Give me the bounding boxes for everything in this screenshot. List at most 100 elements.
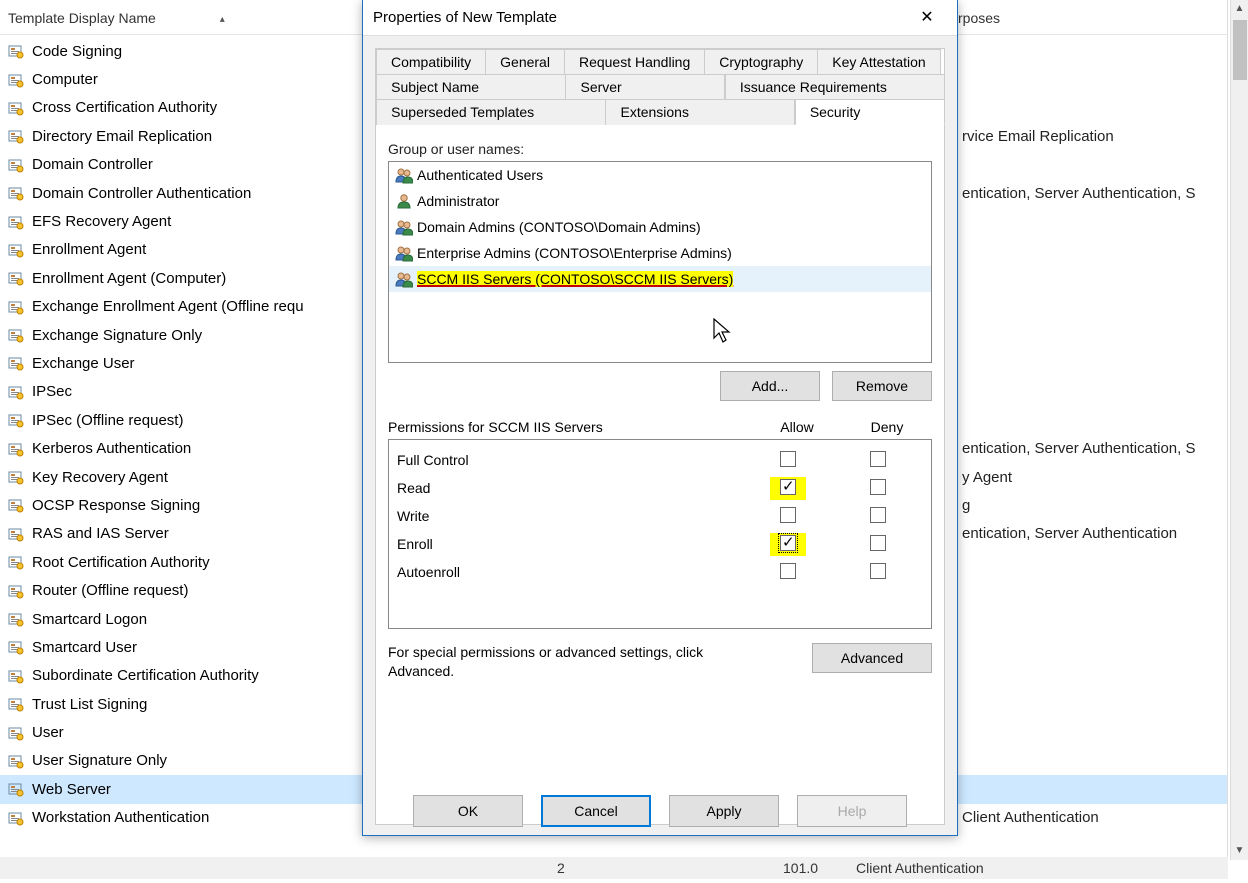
template-purpose: y Agent	[962, 469, 1012, 486]
scroll-up-icon[interactable]: ▲	[1231, 0, 1248, 18]
allow-checkbox[interactable]	[780, 535, 796, 551]
permissions-list: Full Control Read Write Enroll Autoenrol…	[388, 439, 932, 629]
remove-button[interactable]: Remove	[832, 371, 932, 401]
template-name: Computer	[32, 71, 372, 88]
certificate-template-icon	[8, 469, 24, 485]
template-name: Enrollment Agent	[32, 241, 372, 258]
group-row[interactable]: Enterprise Admins (CONTOSO\Enterprise Ad…	[389, 240, 931, 266]
template-name: Trust List Signing	[32, 696, 372, 713]
group-row[interactable]: Administrator	[389, 188, 931, 214]
dialog-titlebar[interactable]: Properties of New Template ✕	[363, 0, 957, 36]
permissions-label: Permissions for SCCM IIS Servers	[388, 419, 752, 435]
status-bar: 2 101.0 Client Authentication	[0, 857, 1228, 879]
allow-checkbox[interactable]	[780, 479, 796, 495]
tab-server[interactable]: Server	[565, 74, 725, 99]
dialog-title: Properties of New Template	[373, 9, 907, 26]
certificate-template-icon	[8, 43, 24, 59]
tabs-container: CompatibilityGeneralRequest HandlingCryp…	[375, 48, 945, 125]
status-purpose-col: Client Authentication	[856, 860, 984, 876]
permission-row: Write	[397, 502, 923, 530]
allow-checkbox[interactable]	[780, 507, 796, 523]
certificate-template-icon	[8, 242, 24, 258]
template-purpose: g	[962, 497, 970, 514]
group-icon	[395, 218, 413, 236]
template-purpose: Client Authentication	[962, 809, 1099, 826]
template-name: Exchange Signature Only	[32, 327, 372, 344]
certificate-template-icon	[8, 639, 24, 655]
certificate-template-icon	[8, 753, 24, 769]
deny-checkbox[interactable]	[870, 535, 886, 551]
group-row[interactable]: Authenticated Users	[389, 162, 931, 188]
permission-name: Read	[397, 480, 743, 496]
scroll-down-icon[interactable]: ▼	[1231, 842, 1248, 860]
advanced-button[interactable]: Advanced	[812, 643, 932, 673]
tab-request-handling[interactable]: Request Handling	[564, 49, 705, 74]
permission-name: Full Control	[397, 452, 743, 468]
template-name: IPSec	[32, 383, 372, 400]
template-name: Kerberos Authentication	[32, 440, 372, 457]
tab-general[interactable]: General	[485, 49, 565, 74]
template-name: Exchange User	[32, 355, 372, 372]
certificate-template-icon	[8, 355, 24, 371]
deny-checkbox[interactable]	[870, 451, 886, 467]
certificate-template-icon	[8, 72, 24, 88]
template-name: OCSP Response Signing	[32, 497, 372, 514]
permission-row: Enroll	[397, 530, 923, 558]
template-purpose: entication, Server Authentication, S	[962, 185, 1195, 202]
cancel-button[interactable]: Cancel	[541, 795, 651, 827]
tab-subject-name[interactable]: Subject Name	[376, 74, 566, 99]
certificate-template-icon	[8, 668, 24, 684]
certificate-template-icon	[8, 128, 24, 144]
sort-ascending-icon: ▴	[220, 14, 225, 25]
template-name: Web Server	[32, 781, 372, 798]
template-name: RAS and IAS Server	[32, 525, 372, 542]
group-name: Authenticated Users	[417, 167, 543, 183]
apply-button[interactable]: Apply	[669, 795, 779, 827]
tab-issuance-requirements[interactable]: Issuance Requirements	[725, 74, 945, 99]
tab-cryptography[interactable]: Cryptography	[704, 49, 818, 74]
template-purpose: rvice Email Replication	[962, 128, 1114, 145]
template-name: Key Recovery Agent	[32, 469, 372, 486]
permission-name: Write	[397, 508, 743, 524]
certificate-template-icon	[8, 384, 24, 400]
certificate-template-icon	[8, 185, 24, 201]
properties-dialog: Properties of New Template ✕ Compatibili…	[362, 0, 958, 836]
close-icon[interactable]: ✕	[907, 3, 947, 33]
certificate-template-icon	[8, 554, 24, 570]
tab-security[interactable]: Security	[795, 99, 945, 125]
template-name: IPSec (Offline request)	[32, 412, 372, 429]
user-icon	[395, 192, 413, 210]
template-name: Domain Controller Authentication	[32, 185, 372, 202]
column-header-name[interactable]: Template Display Name ▴	[8, 10, 368, 26]
scroll-thumb[interactable]	[1233, 20, 1247, 80]
group-row[interactable]: SCCM IIS Servers (CONTOSO\SCCM IIS Serve…	[389, 266, 931, 292]
add-button[interactable]: Add...	[720, 371, 820, 401]
deny-checkbox[interactable]	[870, 479, 886, 495]
allow-checkbox[interactable]	[780, 451, 796, 467]
tab-superseded-templates[interactable]: Superseded Templates	[376, 99, 606, 125]
certificate-template-icon	[8, 696, 24, 712]
ok-button[interactable]: OK	[413, 795, 523, 827]
vertical-scrollbar[interactable]: ▲ ▼	[1230, 0, 1248, 860]
tab-key-attestation[interactable]: Key Attestation	[817, 49, 940, 74]
tab-compatibility[interactable]: Compatibility	[376, 49, 486, 74]
template-name: Subordinate Certification Authority	[32, 667, 372, 684]
group-icon	[395, 166, 413, 184]
permission-row: Autoenroll	[397, 558, 923, 586]
certificate-template-icon	[8, 157, 24, 173]
allow-checkbox[interactable]	[780, 563, 796, 579]
permission-row: Full Control	[397, 446, 923, 474]
tab-extensions[interactable]: Extensions	[605, 99, 795, 125]
template-name: Directory Email Replication	[32, 128, 372, 145]
group-name: Administrator	[417, 193, 499, 209]
deny-checkbox[interactable]	[870, 563, 886, 579]
certificate-template-icon	[8, 441, 24, 457]
help-button[interactable]: Help	[797, 795, 907, 827]
template-name: Code Signing	[32, 43, 372, 60]
template-name: Exchange Enrollment Agent (Offline requ	[32, 298, 372, 315]
group-row[interactable]: Domain Admins (CONTOSO\Domain Admins)	[389, 214, 931, 240]
template-name: User Signature Only	[32, 752, 372, 769]
deny-checkbox[interactable]	[870, 507, 886, 523]
group-user-list[interactable]: Authenticated Users Administrator Domain…	[388, 161, 932, 363]
column-header-purposes[interactable]: rposes	[958, 10, 1000, 26]
